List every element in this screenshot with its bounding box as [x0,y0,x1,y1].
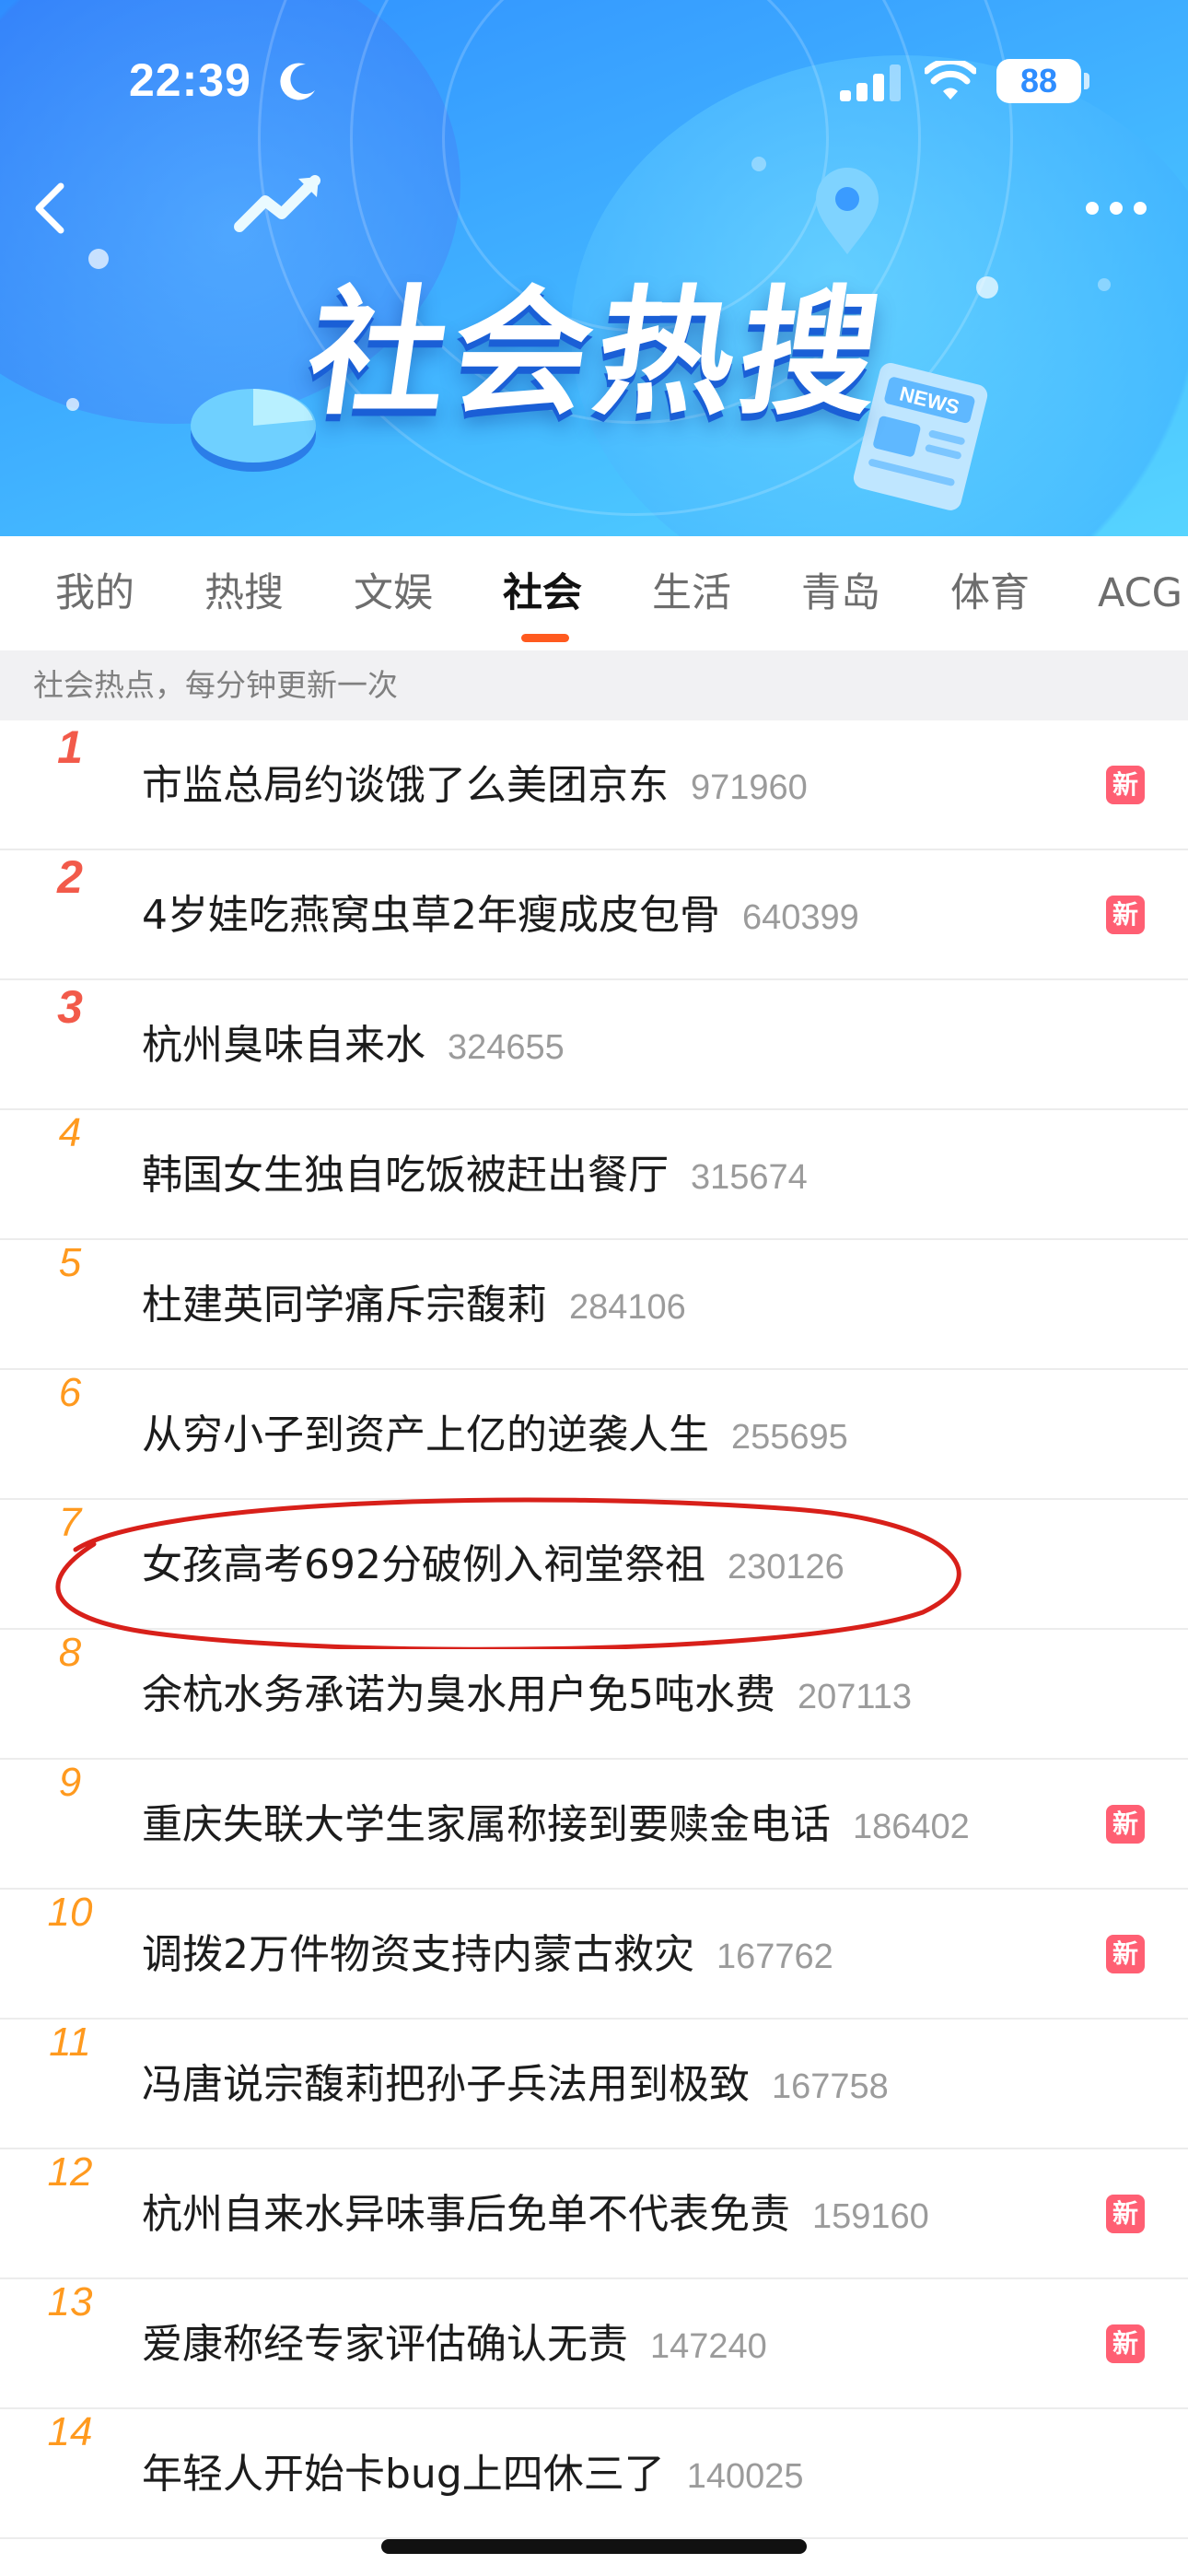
rank-number: 4 [58,1110,82,1155]
banner-title: 社会热搜 [297,274,896,434]
update-notice-text: 社会热点，每分钟更新一次 [33,667,398,703]
rank-number: 14 [47,2409,93,2454]
tab-qingdao[interactable]: 青岛 [801,536,880,650]
topic-title: 重庆失联大学生家属称接到要赎金电话 [142,1801,831,1848]
topic-title: 韩国女生独自吃饭被赶出餐厅 [142,1152,669,1199]
active-tab-indicator [521,634,569,642]
status-bar: 22:39 88 [0,0,1188,157]
heat-count: 167758 [772,2067,889,2106]
update-notice: 社会热点，每分钟更新一次 [0,650,1188,720]
heat-count: 284106 [569,1288,686,1327]
rank-number: 6 [58,1370,82,1415]
list-item[interactable]: 7 女孩高考692分破例入祠堂祭祖 230126 [0,1500,1188,1630]
wifi-icon [925,61,976,100]
rank-number: 12 [47,2149,93,2195]
new-badge: 新 [1106,2324,1145,2363]
status-time: 22:39 [129,54,251,106]
rank-number: 3 [57,981,83,1033]
tab-acg[interactable]: ACG [1098,536,1182,650]
signal-icon [840,64,901,101]
list-item[interactable]: 1 市监总局约谈饿了么美团京东 971960 新 [0,720,1188,850]
heat-count: 640399 [742,898,859,937]
tab-sports[interactable]: 体育 [950,536,1030,650]
rank-number: 7 [58,1500,82,1545]
decor-dot [66,398,79,411]
list-item[interactable]: 5 杜建英同学痛斥宗馥莉 284106 [0,1240,1188,1370]
new-badge: 新 [1106,896,1145,934]
new-badge: 新 [1106,766,1145,804]
battery-icon: 88 [996,59,1089,103]
topic-title: 市监总局约谈饿了么美团京东 [142,762,669,809]
more-dots-icon[interactable] [1083,195,1149,221]
heat-count: 207113 [798,1678,912,1716]
topic-title: 杜建英同学痛斥宗馥莉 [142,1282,547,1329]
rank-number: 2 [57,851,83,903]
list-item[interactable]: 13 爱康称经专家评估确认无责 147240 新 [0,2279,1188,2409]
decor-dot [976,276,998,299]
chevron-left-icon[interactable] [29,181,70,236]
rank-number: 10 [47,1890,93,1935]
tab-mine[interactable]: 我的 [55,536,134,650]
list-item[interactable]: 14 年轻人开始卡bug上四休三了 140025 [0,2409,1188,2539]
topic-title: 调拨2万件物资支持内蒙古救灾 [142,1931,694,1978]
topic-title: 冯唐说宗馥莉把孙子兵法用到极致 [142,2061,750,2108]
heat-count: 324655 [448,1028,565,1067]
new-badge: 新 [1106,1935,1145,1973]
list-item[interactable]: 9 重庆失联大学生家属称接到要赎金电话 186402 新 [0,1760,1188,1890]
decor-dot [1098,278,1111,291]
category-tabs: 我的 热搜 文娱 社会 生活 青岛 体育 ACG [0,536,1188,650]
heat-count: 315674 [691,1158,808,1197]
topic-title: 杭州自来水异味事后免单不代表免责 [142,2191,790,2238]
new-badge: 新 [1106,1805,1145,1844]
list-item[interactable]: 12 杭州自来水异味事后免单不代表免责 159160 新 [0,2149,1188,2279]
list-item[interactable]: 6 从穷小子到资产上亿的逆袭人生 255695 [0,1370,1188,1500]
heat-count: 167762 [716,1938,833,1976]
rank-number: 1 [57,721,83,773]
topic-title: 余杭水务承诺为臭水用户免5吨水费 [142,1671,775,1718]
list-item[interactable]: 2 4岁娃吃燕窝虫草2年瘦成皮包骨 640399 新 [0,850,1188,980]
tab-life[interactable]: 生活 [652,536,731,650]
topic-title: 女孩高考692分破例入祠堂祭祖 [142,1541,705,1588]
rank-number: 11 [49,2020,91,2065]
topic-title: 从穷小子到资产上亿的逆袭人生 [142,1411,709,1458]
rank-number: 5 [58,1240,82,1285]
decor-dot [88,249,109,269]
topic-title: 杭州臭味自来水 [142,1022,425,1069]
heat-count: 159160 [812,2197,929,2236]
topic-title: 年轻人开始卡bug上四休三了 [142,2451,665,2498]
new-badge: 新 [1106,2195,1145,2233]
heat-count: 140025 [686,2457,804,2496]
trend-chart-icon [234,175,320,232]
heat-count: 147240 [650,2327,767,2366]
home-indicator[interactable] [381,2539,807,2554]
rank-number: 8 [58,1630,82,1675]
tab-entertainment[interactable]: 文娱 [354,536,433,650]
heat-count: 255695 [731,1418,848,1457]
header-banner: 22:39 88 NEWS 社会热搜 [0,0,1188,536]
tab-hot[interactable]: 热搜 [204,536,284,650]
decor-dot [751,157,766,171]
list-item[interactable]: 3 杭州臭味自来水 324655 [0,980,1188,1110]
topic-title: 爱康称经专家评估确认无责 [142,2321,628,2368]
list-item[interactable]: 10 调拨2万件物资支持内蒙古救灾 167762 新 [0,1890,1188,2020]
list-item[interactable]: 11 冯唐说宗馥莉把孙子兵法用到极致 167758 [0,2020,1188,2149]
rank-number: 13 [47,2279,93,2324]
heat-count: 230126 [727,1548,844,1587]
list-item[interactable]: 8 余杭水务承诺为臭水用户免5吨水费 207113 [0,1630,1188,1760]
topic-title: 4岁娃吃燕窝虫草2年瘦成皮包骨 [142,892,720,939]
list-item[interactable]: 4 韩国女生独自吃饭被赶出餐厅 315674 [0,1110,1188,1240]
heat-count: 186402 [853,1808,970,1846]
heat-count: 971960 [691,768,808,807]
moon-icon [280,63,315,100]
rank-number: 9 [58,1760,82,1805]
battery-level: 88 [1019,62,1058,100]
